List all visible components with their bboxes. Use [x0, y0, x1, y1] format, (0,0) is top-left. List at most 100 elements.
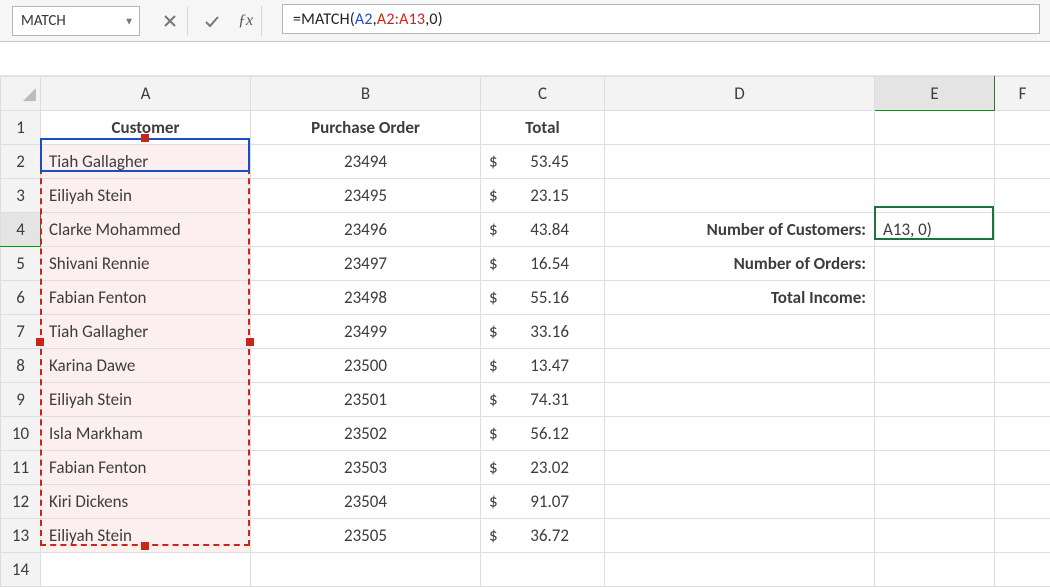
cell-C8[interactable]: $13.47 [481, 349, 605, 383]
cell-E14[interactable] [875, 553, 995, 587]
cell-B14[interactable] [251, 553, 481, 587]
cell-B5[interactable]: 23497 [251, 247, 481, 281]
cell-C14[interactable] [481, 553, 605, 587]
cell-A11[interactable]: Fabian Fenton [41, 451, 251, 485]
col-header-F[interactable]: F [995, 77, 1050, 111]
cell-C6[interactable]: $55.16 [481, 281, 605, 315]
row-header-1[interactable]: 1 [1, 111, 41, 145]
cell-D14[interactable] [605, 553, 875, 587]
cell-E3[interactable] [875, 179, 995, 213]
cell-F6[interactable] [995, 281, 1050, 315]
cell-F3[interactable] [995, 179, 1050, 213]
cell-F7[interactable] [995, 315, 1050, 349]
cell-E13[interactable] [875, 519, 995, 553]
cell-A4[interactable]: Clarke Mohammed [41, 213, 251, 247]
cell-A3[interactable]: Eiliyah Stein [41, 179, 251, 213]
cell-F14[interactable] [995, 553, 1050, 587]
cell-C11[interactable]: $23.02 [481, 451, 605, 485]
cell-A5[interactable]: Shivani Rennie [41, 247, 251, 281]
cell-C5[interactable]: $16.54 [481, 247, 605, 281]
cell-D2[interactable] [605, 145, 875, 179]
row-header-5[interactable]: 5 [1, 247, 41, 281]
cell-C2[interactable]: $53.45 [481, 145, 605, 179]
cell-C13[interactable]: $36.72 [481, 519, 605, 553]
cell-B6[interactable]: 23498 [251, 281, 481, 315]
cell-F4[interactable] [995, 213, 1050, 247]
cell-A1[interactable]: Customer [41, 111, 251, 145]
cell-B11[interactable]: 23503 [251, 451, 481, 485]
row-header-7[interactable]: 7 [1, 315, 41, 349]
row-header-11[interactable]: 11 [1, 451, 41, 485]
cell-D9[interactable] [605, 383, 875, 417]
cell-A6[interactable]: Fabian Fenton [41, 281, 251, 315]
cell-F2[interactable] [995, 145, 1050, 179]
col-header-E[interactable]: E [875, 77, 995, 111]
cell-F8[interactable] [995, 349, 1050, 383]
cell-A14[interactable] [41, 553, 251, 587]
cell-E6[interactable] [875, 281, 995, 315]
cell-D11[interactable] [605, 451, 875, 485]
cell-A8[interactable]: Karina Dawe [41, 349, 251, 383]
cell-B8[interactable]: 23500 [251, 349, 481, 383]
row-header-13[interactable]: 13 [1, 519, 41, 553]
cell-D5[interactable]: Number of Orders: [605, 247, 875, 281]
cell-F5[interactable] [995, 247, 1050, 281]
cell-C3[interactable]: $23.15 [481, 179, 605, 213]
fx-label[interactable]: ƒx [230, 6, 262, 36]
row-header-8[interactable]: 8 [1, 349, 41, 383]
cell-A13[interactable]: Eiliyah Stein [41, 519, 251, 553]
cell-C12[interactable]: $91.07 [481, 485, 605, 519]
cell-D6[interactable]: Total Income: [605, 281, 875, 315]
cell-C7[interactable]: $33.16 [481, 315, 605, 349]
cell-E12[interactable] [875, 485, 995, 519]
cell-B12[interactable]: 23504 [251, 485, 481, 519]
cell-D8[interactable] [605, 349, 875, 383]
row-header-14[interactable]: 14 [1, 553, 41, 587]
cell-F9[interactable] [995, 383, 1050, 417]
cell-D13[interactable] [605, 519, 875, 553]
worksheet[interactable]: ◢ A B C D E F 1 Customer Purchase Order … [0, 76, 1050, 587]
col-header-D[interactable]: D [605, 77, 875, 111]
cell-C4[interactable]: $43.84 [481, 213, 605, 247]
cell-B4[interactable]: 23496 [251, 213, 481, 247]
cell-B3[interactable]: 23495 [251, 179, 481, 213]
cell-E10[interactable] [875, 417, 995, 451]
cell-B2[interactable]: 23494 [251, 145, 481, 179]
cell-B9[interactable]: 23501 [251, 383, 481, 417]
cell-A2[interactable]: Tiah Gallagher [41, 145, 251, 179]
cell-A9[interactable]: Eiliyah Stein [41, 383, 251, 417]
cell-E2[interactable] [875, 145, 995, 179]
cancel-button[interactable] [152, 6, 188, 36]
cell-F1[interactable] [995, 111, 1050, 145]
row-header-10[interactable]: 10 [1, 417, 41, 451]
col-header-C[interactable]: C [481, 77, 605, 111]
cell-E9[interactable] [875, 383, 995, 417]
cell-D4[interactable]: Number of Customers: [605, 213, 875, 247]
row-header-3[interactable]: 3 [1, 179, 41, 213]
col-header-A[interactable]: A [41, 77, 251, 111]
name-box[interactable] [12, 6, 140, 36]
row-header-12[interactable]: 12 [1, 485, 41, 519]
row-header-2[interactable]: 2 [1, 145, 41, 179]
cell-C9[interactable]: $74.31 [481, 383, 605, 417]
cell-D7[interactable] [605, 315, 875, 349]
row-header-9[interactable]: 9 [1, 383, 41, 417]
cell-A12[interactable]: Kiri Dickens [41, 485, 251, 519]
cell-E5[interactable] [875, 247, 995, 281]
cell-C10[interactable]: $56.12 [481, 417, 605, 451]
cell-D3[interactable] [605, 179, 875, 213]
cell-E7[interactable] [875, 315, 995, 349]
cell-F11[interactable] [995, 451, 1050, 485]
cell-B1[interactable]: Purchase Order [251, 111, 481, 145]
row-header-4[interactable]: 4 [1, 213, 41, 247]
row-header-6[interactable]: 6 [1, 281, 41, 315]
formula-input[interactable]: =MATCH( A2 , A2:A13 , 0 ) [282, 4, 1040, 34]
cell-F12[interactable] [995, 485, 1050, 519]
cell-E1[interactable] [875, 111, 995, 145]
cell-B7[interactable]: 23499 [251, 315, 481, 349]
cell-E4[interactable]: A13, 0) [875, 213, 995, 247]
enter-button[interactable] [194, 6, 230, 36]
select-all-corner[interactable]: ◢ [1, 77, 41, 111]
cell-A10[interactable]: Isla Markham [41, 417, 251, 451]
name-box-dropdown-icon[interactable]: ▼ [124, 14, 134, 27]
